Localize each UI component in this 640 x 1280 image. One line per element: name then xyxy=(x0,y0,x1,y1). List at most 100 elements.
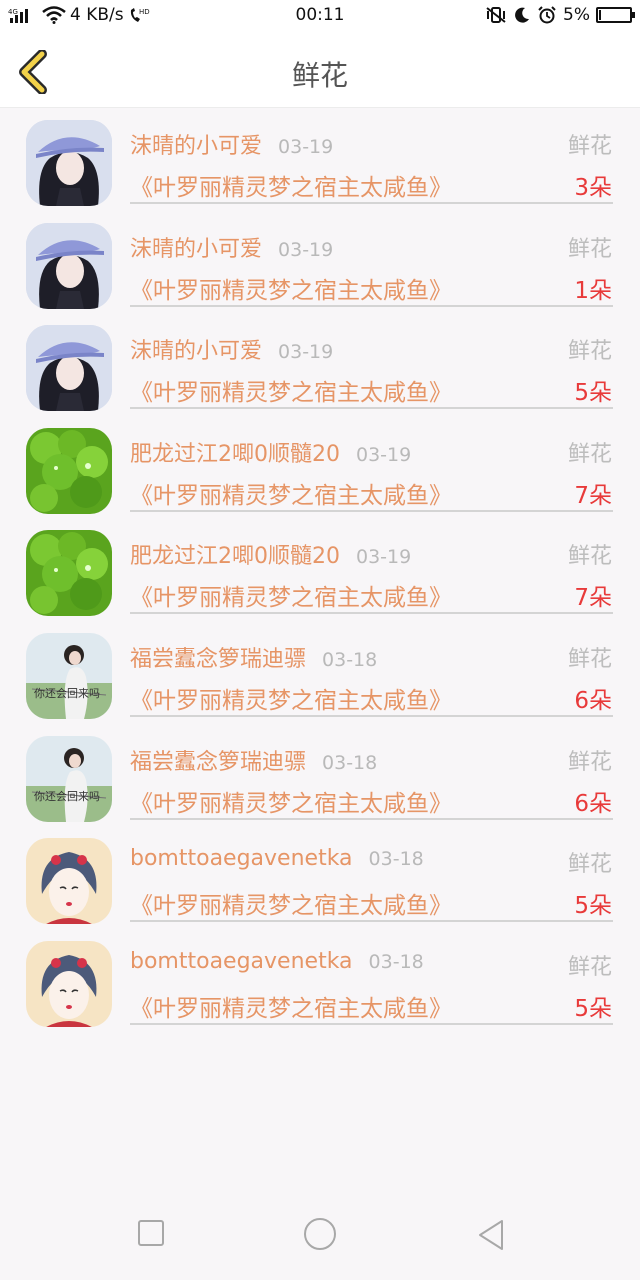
book-title[interactable]: 《叶罗丽精灵梦之宿主太咸鱼》 xyxy=(130,476,452,510)
divider xyxy=(130,714,613,717)
avatar[interactable]: 你还会回来吗 xyxy=(26,735,112,822)
gift-date: 03-19 xyxy=(278,341,334,364)
avatar-image xyxy=(26,530,112,617)
avatar[interactable] xyxy=(26,530,112,617)
book-title[interactable]: 《叶罗丽精灵梦之宿主太咸鱼》 xyxy=(130,681,452,715)
avatar-image: 你还会回来吗 xyxy=(26,632,112,719)
avatar[interactable]: 你还会回来吗 xyxy=(26,632,112,719)
sender-name: 福尝蠹念箩瑞迪骠 03-18 xyxy=(130,641,377,673)
gift-row[interactable]: bomttoaegavenetka 03-18 鲜花 《叶罗丽精灵梦之宿主太咸鱼》… xyxy=(0,933,640,1036)
gift-date: 03-19 xyxy=(278,238,334,261)
avatar-image xyxy=(26,120,112,206)
sender-name: 沫晴的小可爱 03-19 xyxy=(130,333,333,365)
gift-list: 沫晴的小可爱 03-19 鲜花 《叶罗丽精灵梦之宿主太咸鱼》 3朵 沫晴的小可爱 0… xyxy=(0,112,640,1035)
avatar-image xyxy=(26,940,112,1027)
gift-date: 03-19 xyxy=(356,443,412,466)
divider xyxy=(130,612,613,615)
flower-count: 6朵 xyxy=(574,790,612,817)
gift-type: 鲜花 xyxy=(567,852,612,878)
avatar[interactable] xyxy=(26,427,112,514)
gift-row[interactable]: 你还会回来吗 福尝蠹念箩瑞迪骠 03-18 鲜花 《叶罗丽精灵梦之宿主太咸鱼》 6… xyxy=(0,625,640,728)
flower-count: 7朵 xyxy=(574,482,612,509)
book-title[interactable]: 《叶罗丽精灵梦之宿主太咸鱼》 xyxy=(130,168,452,202)
book-title[interactable]: 《叶罗丽精灵梦之宿主太咸鱼》 xyxy=(130,271,452,305)
gift-type: 鲜花 xyxy=(567,441,612,467)
avatar-image xyxy=(26,427,112,514)
gift-date: 03-18 xyxy=(368,950,424,973)
sender-name: 沫晴的小可爱 03-19 xyxy=(130,128,333,160)
home-button[interactable] xyxy=(302,1216,338,1256)
sender-name-text: bomttoaegavenetka xyxy=(130,948,353,974)
flower-count: 6朵 xyxy=(574,687,612,714)
page-title: 鲜花 xyxy=(291,59,348,92)
sender-name-text: 福尝蠹念箩瑞迪骠 xyxy=(130,749,307,775)
gift-row[interactable]: 肥龙过江2唧0顺髓20 03-19 鲜花 《叶罗丽精灵梦之宿主太咸鱼》 7朵 xyxy=(0,522,640,625)
square-icon xyxy=(138,1220,164,1246)
gift-date: 03-19 xyxy=(356,546,412,569)
book-title[interactable]: 《叶罗丽精灵梦之宿主太咸鱼》 xyxy=(130,578,452,612)
recent-apps-button[interactable] xyxy=(136,1218,166,1252)
avatar-image xyxy=(26,222,112,309)
gift-type: 鲜花 xyxy=(567,954,612,980)
divider xyxy=(130,817,613,820)
gift-date: 03-18 xyxy=(368,848,424,871)
divider xyxy=(130,509,613,512)
triangle-back-icon xyxy=(479,1220,503,1250)
divider xyxy=(130,304,613,307)
avatar-image xyxy=(26,325,112,412)
gift-type: 鲜花 xyxy=(567,544,612,570)
vibrate-icon xyxy=(485,6,507,24)
gift-date: 03-18 xyxy=(322,751,378,774)
gift-row[interactable]: 沫晴的小可爱 03-19 鲜花 《叶罗丽精灵梦之宿主太咸鱼》 5朵 xyxy=(0,317,640,420)
divider xyxy=(130,920,613,923)
sender-name: 肥龙过江2唧0顺髓20 03-19 xyxy=(130,436,411,468)
flower-count: 5朵 xyxy=(574,893,612,920)
gift-row[interactable]: 沫晴的小可爱 03-19 鲜花 《叶罗丽精灵梦之宿主太咸鱼》 1朵 xyxy=(0,215,640,318)
book-title[interactable]: 《叶罗丽精灵梦之宿主太咸鱼》 xyxy=(130,373,452,407)
gift-type: 鲜花 xyxy=(567,749,612,775)
alarm-icon xyxy=(537,6,557,24)
avatar-image: 你还会回来吗 xyxy=(26,735,112,822)
sender-name: 福尝蠹念箩瑞迪骠 03-18 xyxy=(130,744,377,776)
battery-percent: 5% xyxy=(563,5,590,25)
sender-name-text: 福尝蠹念箩瑞迪骠 xyxy=(130,646,307,672)
sender-name-text: bomttoaegavenetka xyxy=(130,846,353,872)
book-title[interactable]: 《叶罗丽精灵梦之宿主太咸鱼》 xyxy=(130,886,452,920)
gift-type: 鲜花 xyxy=(567,339,612,365)
avatar[interactable] xyxy=(26,838,112,925)
gift-row[interactable]: bomttoaegavenetka 03-18 鲜花 《叶罗丽精灵梦之宿主太咸鱼》… xyxy=(0,830,640,933)
divider xyxy=(130,407,613,410)
gift-date: 03-19 xyxy=(278,136,334,158)
book-title[interactable]: 《叶罗丽精灵梦之宿主太咸鱼》 xyxy=(130,784,452,818)
flower-count: 7朵 xyxy=(574,585,612,612)
gift-type: 鲜花 xyxy=(567,646,612,672)
title-bar: 鲜花 xyxy=(0,32,640,108)
avatar[interactable] xyxy=(26,120,112,206)
gift-date: 03-18 xyxy=(322,648,378,671)
flower-count: 5朵 xyxy=(574,995,612,1022)
divider xyxy=(130,202,613,204)
flower-count: 5朵 xyxy=(574,380,612,407)
sender-name-text: 沫晴的小可爱 xyxy=(130,236,263,262)
gift-row[interactable]: 沫晴的小可爱 03-19 鲜花 《叶罗丽精灵梦之宿主太咸鱼》 3朵 xyxy=(0,112,640,215)
circle-icon xyxy=(304,1218,336,1250)
back-nav-button[interactable] xyxy=(474,1218,508,1256)
gift-row[interactable]: 你还会回来吗 福尝蠹念箩瑞迪骠 03-18 鲜花 《叶罗丽精灵梦之宿主太咸鱼》 6… xyxy=(0,728,640,831)
book-title[interactable]: 《叶罗丽精灵梦之宿主太咸鱼》 xyxy=(130,989,452,1023)
avatar[interactable] xyxy=(26,940,112,1027)
gift-type: 鲜花 xyxy=(567,134,612,159)
sender-name: 沫晴的小可爱 03-19 xyxy=(130,231,333,263)
flower-count: 3朵 xyxy=(574,175,612,201)
navigation-bar xyxy=(0,1192,640,1280)
sender-name: 肥龙过江2唧0顺髓20 03-19 xyxy=(130,538,411,570)
sender-name: bomttoaegavenetka 03-18 xyxy=(130,846,424,871)
gift-row[interactable]: 肥龙过江2唧0顺髓20 03-19 鲜花 《叶罗丽精灵梦之宿主太咸鱼》 7朵 xyxy=(0,420,640,523)
avatar[interactable] xyxy=(26,325,112,412)
status-bar: 4G 4 KB/s HD 00:11 5% xyxy=(0,0,640,32)
sender-name: bomttoaegavenetka 03-18 xyxy=(130,949,424,974)
avatar[interactable] xyxy=(26,222,112,309)
flower-count: 1朵 xyxy=(574,277,612,304)
sender-name-text: 沫晴的小可爱 xyxy=(130,134,263,159)
sender-name-text: 肥龙过江2唧0顺髓20 xyxy=(130,441,340,467)
svg-text:你还会回来吗: 你还会回来吗 xyxy=(34,790,100,803)
